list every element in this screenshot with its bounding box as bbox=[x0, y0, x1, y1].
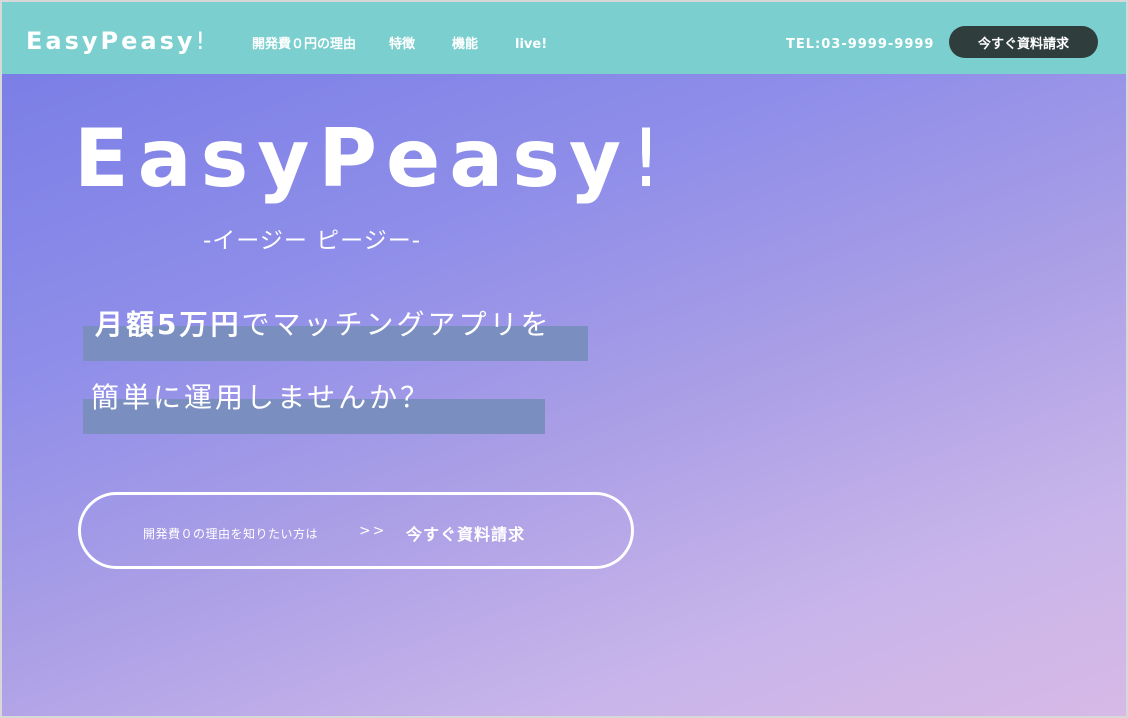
nav-item-live[interactable]: live! bbox=[515, 36, 547, 54]
phone-number: TEL:03-9999-9999 bbox=[786, 37, 935, 52]
tagline-line-1: 月額5万円でマッチングアプリを bbox=[95, 307, 552, 343]
tagline-rest: でマッチングアプリを bbox=[241, 308, 552, 341]
hero-title-mark: ! bbox=[630, 112, 663, 205]
hero-title-text: EasyPeasy bbox=[74, 112, 631, 205]
logo-mark: ! bbox=[195, 27, 206, 55]
hero-cta-arrows: >> bbox=[359, 523, 387, 539]
hero-title: EasyPeasy! bbox=[74, 114, 662, 204]
nav-item-features[interactable]: 特徴 bbox=[389, 36, 415, 54]
hero-cta-label: 今すぐ資料請求 bbox=[406, 525, 526, 544]
tagline-price: 月額5万円 bbox=[95, 308, 242, 341]
hero-cta-button[interactable]: 開発費０の理由を知りたい方は >> 今すぐ資料請求 bbox=[78, 492, 634, 569]
request-docs-button[interactable]: 今すぐ資料請求 bbox=[949, 26, 1098, 58]
site-header: EasyPeasy! 開発費０円の理由 特徴 機能 live! TEL:03-9… bbox=[0, 0, 1128, 74]
logo-text: EasyPeasy bbox=[26, 27, 196, 55]
hero-section: EasyPeasy! -イージー ピージー- 月額5万円でマッチングアプリを 簡… bbox=[0, 74, 1128, 718]
nav-item-why-free[interactable]: 開発費０円の理由 bbox=[252, 36, 356, 54]
hero-reading: -イージー ピージー- bbox=[203, 228, 421, 254]
hero-cta-lead: 開発費０の理由を知りたい方は bbox=[143, 527, 319, 541]
site-logo[interactable]: EasyPeasy! bbox=[26, 26, 205, 56]
nav-item-functions[interactable]: 機能 bbox=[452, 36, 478, 54]
tagline-line-2: 簡単に運用しませんか？ bbox=[91, 381, 432, 414]
